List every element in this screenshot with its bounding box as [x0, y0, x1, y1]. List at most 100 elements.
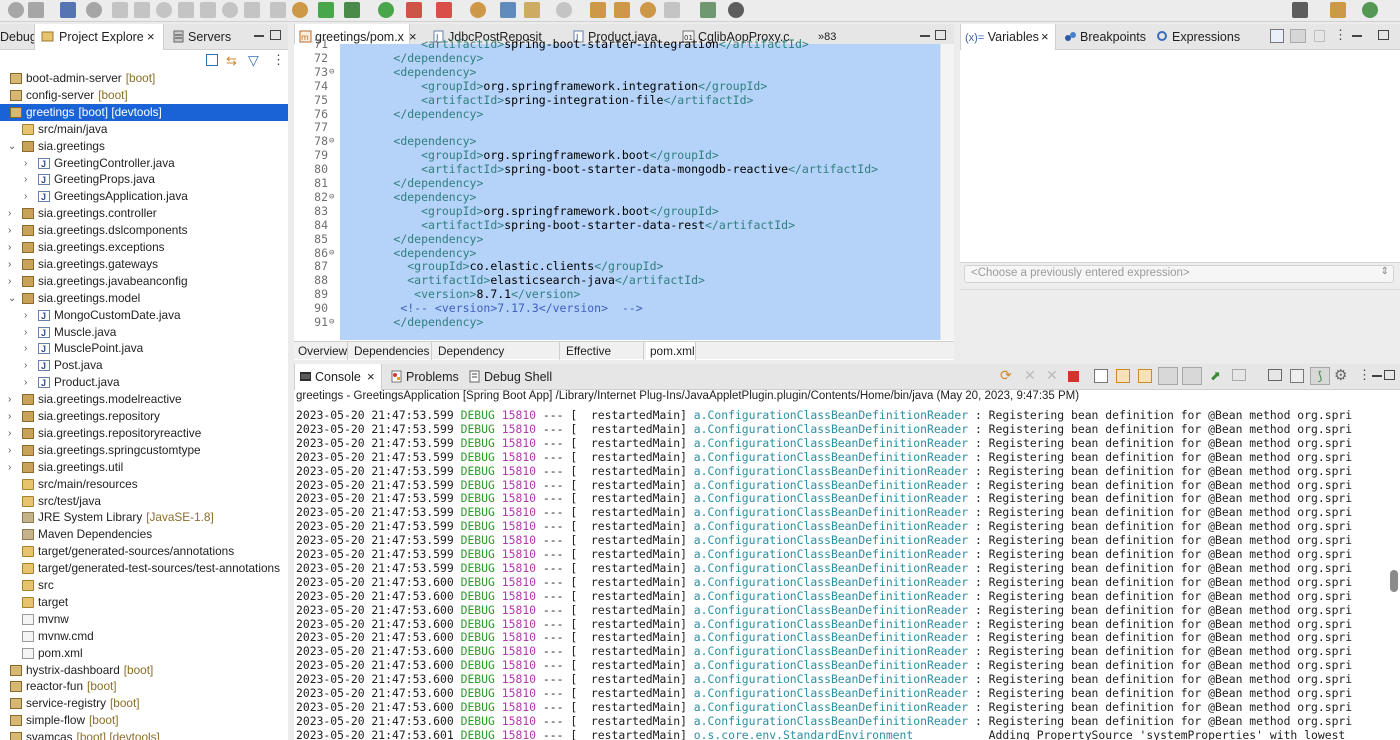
tab-debug-shell[interactable]: Debug Shell [464, 364, 560, 390]
chevron-right-icon[interactable]: › [8, 391, 18, 408]
tree-item[interactable]: › Muscle.java [0, 324, 288, 342]
new-server-icon[interactable] [470, 2, 486, 18]
tree-item[interactable]: › sia.greetings.repository [0, 408, 288, 425]
tab-effective-pom[interactable]: Effective POM [562, 342, 644, 360]
chevron-right-icon[interactable]: › [8, 273, 18, 290]
debug-icon[interactable] [344, 2, 360, 18]
debug-perspective-icon[interactable] [1362, 2, 1378, 18]
word-wrap-icon[interactable] [1138, 369, 1152, 383]
disconnect-icon[interactable] [178, 2, 194, 18]
tab-debug[interactable]: Debug [0, 24, 37, 50]
chevron-right-icon[interactable]: › [24, 155, 34, 172]
tree-item[interactable]: › sia.greetings.dslcomponents [0, 222, 288, 239]
tree-item[interactable]: service-registry [boot] [0, 695, 288, 712]
code-area[interactable]: 71 <artifactId>spring-boot-starter-integ… [294, 37, 940, 340]
show-on-stderr-icon[interactable] [1182, 367, 1202, 385]
console-scroll-thumb[interactable] [1390, 570, 1398, 592]
collapse-all-icon[interactable] [206, 54, 218, 66]
fold-icon[interactable]: ⊖ [329, 135, 334, 149]
chevron-right-icon[interactable]: › [24, 357, 34, 374]
chevron-right-icon[interactable]: › [24, 340, 34, 357]
resume-icon[interactable] [112, 2, 128, 18]
suspend-icon[interactable] [134, 2, 150, 18]
view-menu-icon[interactable]: ⋮ [272, 52, 285, 68]
chevron-right-icon[interactable]: › [8, 205, 18, 222]
tree-item[interactable]: › GreetingProps.java [0, 171, 288, 189]
tab-variables[interactable]: (x)= Variables × [960, 24, 1056, 50]
tree-item[interactable]: boot-admin-server [boot] [0, 70, 288, 87]
forward-icon[interactable] [664, 2, 680, 18]
view-menu-icon[interactable]: ⋮ [1358, 367, 1371, 383]
display-selected-console-icon[interactable] [1232, 369, 1246, 381]
run-external-tools-icon[interactable] [406, 2, 422, 18]
tab-console[interactable]: Console × [294, 364, 382, 390]
run-icon[interactable] [378, 2, 394, 18]
tree-item[interactable]: › sia.greetings.modelreactive [0, 391, 288, 408]
save-icon[interactable] [8, 2, 24, 18]
tree-item[interactable]: target/generated-test-sources/test-annot… [0, 560, 288, 577]
chevron-right-icon[interactable]: › [24, 188, 34, 205]
back-icon[interactable] [640, 2, 656, 18]
drop-to-frame-icon[interactable] [270, 2, 286, 18]
remove-launches-icon[interactable]: ✕ [1046, 367, 1058, 384]
show-type-names-icon[interactable] [1270, 29, 1284, 43]
tab-dependency-hierarchy[interactable]: Dependency Hierarchy [434, 342, 560, 360]
chevron-right-icon[interactable]: › [8, 459, 18, 476]
close-icon[interactable]: × [147, 24, 155, 50]
tab-overview[interactable]: Overview [294, 342, 348, 360]
tree-item[interactable]: › sia.greetings.repositoryreactive [0, 425, 288, 442]
copy-icon[interactable] [1290, 369, 1304, 383]
tree-item[interactable]: › MusclePoint.java [0, 340, 288, 358]
tree-item[interactable]: › MongoCustomDate.java [0, 307, 288, 325]
tree-item[interactable]: mvnw [0, 611, 288, 628]
maximize-icon[interactable] [270, 30, 281, 40]
tab-breakpoints[interactable]: Breakpoints [1060, 24, 1152, 50]
tab-project-explorer[interactable]: Project Explore × [34, 24, 164, 50]
fold-icon[interactable]: ⊖ [329, 191, 334, 205]
variables-tree-area[interactable] [960, 50, 1400, 262]
collapse-all-icon[interactable] [1290, 29, 1306, 43]
search-icon[interactable] [524, 2, 540, 18]
refresh-icon[interactable]: ⟳ [1000, 367, 1012, 384]
tab-problems[interactable]: Problems [386, 364, 464, 390]
save-all-icon[interactable] [28, 2, 44, 18]
minimize-icon[interactable] [1352, 35, 1362, 37]
fold-icon[interactable]: ⊖ [329, 316, 334, 330]
tab-pom-xml[interactable]: pom.xml [646, 342, 696, 360]
remove-all-icon[interactable] [1314, 30, 1325, 42]
spring-console-icon[interactable]: ⟆ [1310, 367, 1330, 385]
tab-dependencies[interactable]: Dependencies [350, 342, 432, 360]
clear-console-icon[interactable] [1094, 369, 1108, 383]
chevron-right-icon[interactable]: › [8, 425, 18, 442]
tree-item[interactable]: › sia.greetings.javabeanconfig [0, 273, 288, 290]
tab-servers[interactable]: Servers [168, 24, 248, 50]
close-icon[interactable]: × [1041, 24, 1049, 50]
maximize-icon[interactable] [1378, 30, 1389, 40]
tree-item[interactable]: › sia.greetings.util [0, 459, 288, 476]
scroll-lock-icon[interactable] [1116, 369, 1130, 383]
step-into-icon[interactable] [200, 2, 216, 18]
open-perspective-icon[interactable] [1292, 2, 1308, 18]
fold-icon[interactable]: ⊖ [329, 66, 334, 80]
chevron-right-icon[interactable]: › [24, 307, 34, 324]
chevron-down-icon[interactable]: ⌄ [8, 138, 18, 155]
gear-icon[interactable]: ⚙ [1334, 366, 1347, 384]
fold-icon[interactable]: ⊖ [329, 247, 334, 261]
tree-item[interactable]: src/test/java [0, 493, 288, 510]
tree-item[interactable]: pom.xml [0, 645, 288, 662]
minimize-icon[interactable] [1372, 375, 1382, 377]
spring-boot-icon[interactable] [318, 2, 334, 18]
tree-item[interactable]: ⌄ sia.greetings.model [0, 290, 288, 307]
link-with-editor-icon[interactable]: ⇆ [226, 53, 237, 69]
chevron-right-icon[interactable]: › [8, 256, 18, 273]
tree-item[interactable]: config-server [boot] [0, 87, 288, 104]
tree-item[interactable]: › GreetingController.java [0, 155, 288, 173]
tree-item[interactable]: › GreetingsApplication.java [0, 188, 288, 206]
tree-item[interactable]: › sia.greetings.controller [0, 205, 288, 222]
chevron-right-icon[interactable]: › [24, 324, 34, 341]
chevron-right-icon[interactable]: › [8, 408, 18, 425]
tree-item[interactable]: src/main/java [0, 121, 288, 138]
terminate-all-icon[interactable]: ✕ [1024, 367, 1036, 384]
tree-item[interactable]: ⌄ sia.greetings [0, 138, 288, 155]
tree-item[interactable]: hystrix-dashboard [boot] [0, 662, 288, 679]
